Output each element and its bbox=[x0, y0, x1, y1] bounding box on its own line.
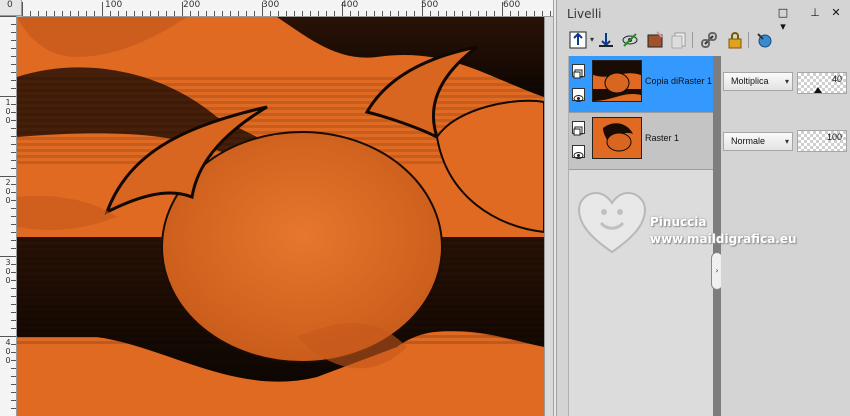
ruler-vlabel-200: 2 0 0 bbox=[5, 178, 11, 205]
blend-mode-select[interactable]: Moltiplica ▾ bbox=[723, 72, 793, 91]
opacity-slider[interactable]: 100 bbox=[797, 130, 847, 152]
blend-mode-value: Moltiplica bbox=[731, 76, 769, 86]
heart-logo-icon bbox=[577, 191, 647, 254]
vertical-ruler: 1 0 0 2 0 0 3 0 0 4 0 0 bbox=[0, 16, 17, 416]
layer-thumbnail bbox=[592, 60, 642, 102]
layer-group-icon[interactable] bbox=[572, 64, 585, 79]
watermark-name: Pinuccia bbox=[650, 215, 707, 229]
layer-thumbnail bbox=[592, 117, 642, 159]
opacity-value: 40 bbox=[831, 74, 842, 84]
ruler-vlabel-400: 4 0 0 bbox=[5, 338, 11, 365]
ruler-vlabel-100: 1 0 0 bbox=[5, 98, 11, 125]
toolbar-separator bbox=[692, 32, 693, 48]
watermark: Pinuccia www.maildigrafica.eu bbox=[577, 190, 837, 260]
ruler-label-300: 300 bbox=[262, 0, 280, 10]
layer-props-row: Moltiplica ▾ 40 bbox=[721, 56, 850, 112]
chevron-down-icon: ▾ bbox=[784, 77, 789, 86]
image-canvas-area[interactable]: 0 100 200 300 400 500 600 1 0 0 2 0 0 3 … bbox=[0, 0, 553, 416]
layer-props-row: Normale ▾ 100 bbox=[721, 113, 850, 169]
ruler-label-200: 200 bbox=[183, 0, 201, 10]
opacity-marker[interactable] bbox=[814, 87, 822, 93]
ruler-label-0: 0 bbox=[7, 0, 13, 10]
horizontal-ruler: 0 100 200 300 400 500 600 bbox=[7, 0, 553, 17]
new-raster-dropdown-icon[interactable]: ▾ bbox=[588, 30, 596, 50]
chevron-down-icon: ▾ bbox=[784, 137, 789, 146]
lock-layer-icon[interactable] bbox=[725, 30, 745, 50]
new-vector-layer-icon[interactable] bbox=[596, 30, 616, 50]
artwork-canvas[interactable] bbox=[17, 17, 544, 416]
opacity-slider[interactable]: 40 bbox=[797, 72, 847, 94]
duplicate-layer-icon[interactable] bbox=[669, 30, 689, 50]
watermark-url: www.maildigrafica.eu bbox=[650, 232, 797, 246]
blend-mode-select[interactable]: Normale ▾ bbox=[723, 132, 793, 151]
layer-group-icon[interactable] bbox=[572, 121, 585, 136]
layers-panel: Livelli □ ▾ ⊥ ✕ ▾ Copia diRaster 1 Raste… bbox=[557, 0, 850, 416]
layer-name[interactable]: Copia diRaster 1 bbox=[645, 76, 712, 86]
ruler-label-500: 500 bbox=[421, 0, 439, 10]
pin-icon[interactable]: ⊥ bbox=[808, 6, 822, 20]
visibility-eye-icon[interactable] bbox=[572, 145, 585, 159]
panel-options-dropdown[interactable]: □ ▾ bbox=[776, 6, 790, 33]
layers-toolbar: ▾ bbox=[565, 28, 845, 52]
ruler-label-600: 600 bbox=[503, 0, 521, 10]
link-layers-icon[interactable] bbox=[699, 30, 719, 50]
ruler-label-100: 100 bbox=[105, 0, 123, 10]
canvas-vertical-scrollbar[interactable] bbox=[544, 17, 553, 416]
ruler-vlabel-300: 3 0 0 bbox=[5, 258, 11, 285]
panel-title: Livelli bbox=[567, 7, 602, 21]
new-adjustment-layer-icon[interactable] bbox=[645, 30, 665, 50]
close-icon[interactable]: ✕ bbox=[829, 6, 843, 20]
layer-row-raster-1[interactable]: Raster 1 bbox=[569, 113, 714, 169]
artwork-image bbox=[17, 17, 544, 416]
delete-layer-icon[interactable] bbox=[754, 30, 774, 50]
horizontal-ruler-ticks bbox=[22, 2, 551, 16]
ruler-label-400: 400 bbox=[341, 0, 359, 10]
opacity-value: 100 bbox=[826, 132, 842, 142]
new-raster-layer-icon[interactable] bbox=[568, 30, 588, 50]
layer-name[interactable]: Raster 1 bbox=[645, 133, 679, 143]
toolbar-separator bbox=[748, 32, 749, 48]
layer-separator bbox=[569, 169, 714, 170]
blend-mode-value: Normale bbox=[731, 136, 766, 146]
new-mask-icon[interactable] bbox=[620, 30, 640, 50]
layer-row-copia-diraster-1[interactable]: Copia diRaster 1 bbox=[569, 56, 714, 112]
visibility-eye-icon[interactable] bbox=[572, 88, 585, 102]
